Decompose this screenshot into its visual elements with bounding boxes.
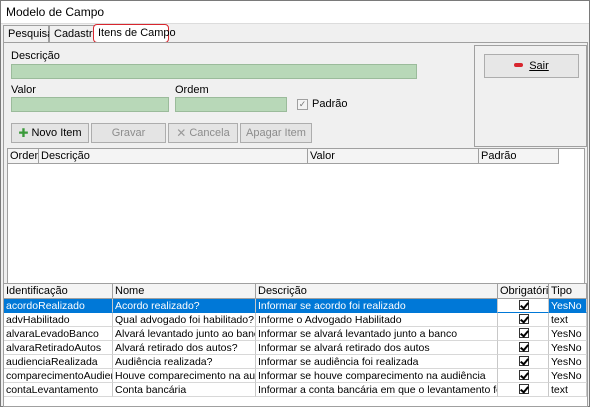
cell-obrigatorio [498,355,549,369]
cell-nome: Alvará retirado dos autos? [113,341,256,355]
padrao-label: Padrão [312,98,348,110]
column-header-valor[interactable]: Valor [308,149,479,164]
column-header-descricao[interactable]: Descrição [39,149,308,164]
close-icon: ✕ [176,126,187,140]
descricao-label: Descrição [11,50,60,62]
modelo-de-campo-window: Modelo de Campo Pesquisa Cadastro Itens … [0,0,590,407]
obrigatorio-checkbox[interactable] [519,356,529,366]
title-divider [1,23,589,24]
cell-nome: Acordo realizado? [113,299,256,313]
cell-obrigatorio [498,369,549,383]
cell-tipo: YesNo [549,299,587,313]
obrigatorio-checkbox[interactable] [519,370,529,380]
table-row[interactable]: alvaraRetiradoAutos Alvará retirado dos a… [4,341,587,355]
ordem-field[interactable] [175,97,287,112]
cell-obrigatorio [498,313,549,327]
table-row[interactable]: acordoRealizado Acordo realizado? Informar… [4,299,587,313]
column-header-nome[interactable]: Nome [113,284,256,299]
sair-button[interactable]: Sair [484,54,579,78]
cell-tipo: text [549,313,587,327]
column-header-descricao[interactable]: Descrição [256,284,498,299]
cell-identificacao: comparecimentoAudiencia [4,369,113,383]
cell-descricao: Informe o Advogado Habilitado [256,313,498,327]
cell-identificacao: audienciaRealizada [4,355,113,369]
cell-descricao: Informar se houve comparecimento na audi… [256,369,498,383]
column-header-ordem[interactable]: Ordem [8,149,39,164]
cell-descricao: Informar se alvará retirado dos autos [256,341,498,355]
cell-identificacao: acordoRealizado [4,299,113,313]
table-row[interactable]: audienciaRealizada Audiência realizada? In… [4,355,587,369]
apagar-item-button[interactable]: Apagar Item [240,123,312,143]
cell-obrigatorio [498,383,549,397]
obrigatorio-checkbox[interactable] [519,384,529,394]
exit-frame: Sair [474,45,587,147]
cell-descricao: Informar se alvará levantado junto a ban… [256,327,498,341]
padrao-checkbox[interactable]: ✓ [297,99,308,110]
column-header-identificacao[interactable]: Identificação [4,284,113,299]
cell-identificacao: contaLevantamento [4,383,113,397]
cell-tipo: YesNo [549,369,587,383]
table-row[interactable]: alvaraLevadoBanco Alvará levantado junto … [4,327,587,341]
cell-nome: Alvará levantado junto ao banco? [113,327,256,341]
plus-icon: ✚ [18,126,29,140]
cell-tipo: YesNo [549,355,587,369]
cell-tipo: YesNo [549,341,587,355]
cell-identificacao: alvaraRetiradoAutos [4,341,113,355]
item-form: Descrição Valor Ordem ✓ Padrão ✚ Novo Ite… [7,45,474,147]
fields-grid-header: Identificação Nome Descrição Obrigatório… [4,284,587,299]
obrigatorio-checkbox[interactable] [519,314,529,324]
cell-tipo: YesNo [549,327,587,341]
cell-nome: Audiência realizada? [113,355,256,369]
cell-nome: Houve comparecimento na audiência? [113,369,256,383]
cell-obrigatorio [498,341,549,355]
obrigatorio-checkbox[interactable] [519,328,529,338]
cell-descricao: Informar se acordo foi realizado [256,299,498,313]
fields-grid-body: acordoRealizado Acordo realizado? Informar… [4,299,587,397]
valor-field[interactable] [11,97,169,112]
window-title: Modelo de Campo [6,5,105,19]
tab-panel: Descrição Valor Ordem ✓ Padrão ✚ Novo Ite… [3,42,588,407]
cell-nome: Qual advogado foi habilitado? [113,313,256,327]
obrigatorio-checkbox[interactable] [519,342,529,352]
cell-descricao: Informar se audiência foi realizada [256,355,498,369]
column-header-tipo[interactable]: Tipo [549,284,587,299]
items-grid-header: Ordem Descrição Valor Padrão [8,149,559,164]
title-bar: Modelo de Campo [1,1,589,23]
novo-item-button[interactable]: ✚ Novo Item [11,123,89,143]
ordem-label: Ordem [175,84,209,96]
items-grid[interactable]: Ordem Descrição Valor Padrão [7,148,585,301]
minus-icon [514,63,524,67]
cell-descricao: Informar a conta bancária em que o levan… [256,383,498,397]
cell-obrigatorio [498,327,549,341]
cell-identificacao: advHabilitado [4,313,113,327]
table-row[interactable]: comparecimentoAudienciaHouve comparecime… [4,369,587,383]
tab-itens-de-campo[interactable]: Itens de Campo [93,24,176,43]
cell-obrigatorio [498,299,549,313]
cell-tipo: text [549,383,587,397]
column-header-obrigatorio[interactable]: Obrigatório [498,284,549,299]
column-header-padrao[interactable]: Padrão [479,149,559,164]
cancela-button[interactable]: ✕ Cancela [168,123,238,143]
table-row[interactable]: advHabilitado Qual advogado foi habilitad… [4,313,587,327]
cell-identificacao: alvaraLevadoBanco [4,327,113,341]
cell-nome: Conta bancária [113,383,256,397]
fields-grid[interactable]: Identificação Nome Descrição Obrigatório… [4,283,587,406]
table-row[interactable]: contaLevantamento Conta bancária Informar … [4,383,587,397]
descricao-field[interactable] [11,64,417,79]
tab-pesquisa[interactable]: Pesquisa [3,25,53,42]
obrigatorio-checkbox[interactable] [519,300,529,310]
tab-cadastro[interactable]: Cadastro [49,25,99,42]
gravar-button[interactable]: Gravar [91,123,166,143]
valor-label: Valor [11,84,36,96]
